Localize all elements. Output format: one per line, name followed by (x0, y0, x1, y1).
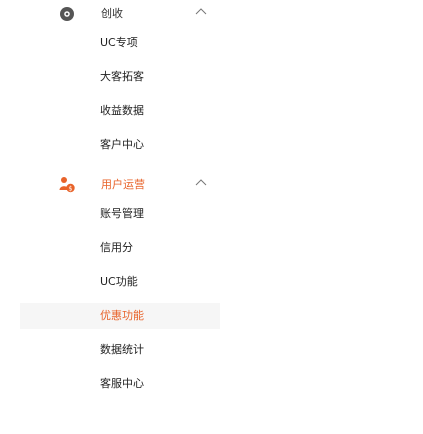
menu-item-label: 账号管理 (100, 207, 144, 220)
section-title: 创收 (101, 7, 123, 20)
menu-item-label: 收益数据 (100, 104, 144, 117)
menu-item-label: 客户中心 (100, 138, 144, 151)
menu-item-uc-special[interactable]: UC专项 (0, 30, 423, 56)
menu-item-label: UC专项 (100, 36, 138, 49)
menu-item-label: 客服中心 (100, 377, 144, 390)
menu-item-label: 优惠功能 (100, 309, 144, 322)
menu-item-uc-function[interactable]: UC功能 (0, 269, 423, 295)
settings-circle-icon (58, 5, 76, 23)
section-items: UC专项 大客拓客 收益数据 客户中心 (0, 30, 423, 166)
chevron-up-icon[interactable] (194, 6, 208, 16)
sidebar-menu: 创收 UC专项 大客拓客 收益数据 客户中心 $ 用户运营 账号管理 信用分 U… (0, 0, 423, 434)
section-header[interactable]: $ 用户运营 (0, 171, 423, 201)
menu-item-data-stats[interactable]: 数据统计 (0, 337, 423, 363)
section-title: 用户运营 (101, 178, 145, 191)
menu-item-service-center[interactable]: 客服中心 (0, 371, 423, 397)
menu-item-customer-center[interactable]: 客户中心 (0, 132, 423, 158)
menu-item-account-management[interactable]: 账号管理 (0, 201, 423, 227)
menu-item-credit-score[interactable]: 信用分 (0, 235, 423, 261)
menu-item-revenue-data[interactable]: 收益数据 (0, 98, 423, 124)
menu-item-big-client[interactable]: 大客拓客 (0, 64, 423, 90)
svg-text:$: $ (68, 185, 72, 193)
menu-section-user-ops: $ 用户运营 账号管理 信用分 UC功能 优惠功能 数据统计 客服中心 (0, 171, 423, 390)
menu-section-revenue: 创收 UC专项 大客拓客 收益数据 客户中心 (0, 0, 423, 151)
section-header[interactable]: 创收 (0, 0, 423, 30)
menu-item-discount-function[interactable]: 优惠功能 (20, 303, 220, 329)
section-items: 账号管理 信用分 UC功能 优惠功能 数据统计 客服中心 (0, 201, 423, 405)
chevron-up-icon[interactable] (194, 177, 208, 187)
menu-item-label: 数据统计 (100, 343, 144, 356)
menu-item-label: 信用分 (100, 241, 133, 254)
user-dollar-icon: $ (58, 176, 76, 194)
menu-item-label: UC功能 (100, 275, 138, 288)
menu-item-label: 大客拓客 (100, 70, 144, 83)
